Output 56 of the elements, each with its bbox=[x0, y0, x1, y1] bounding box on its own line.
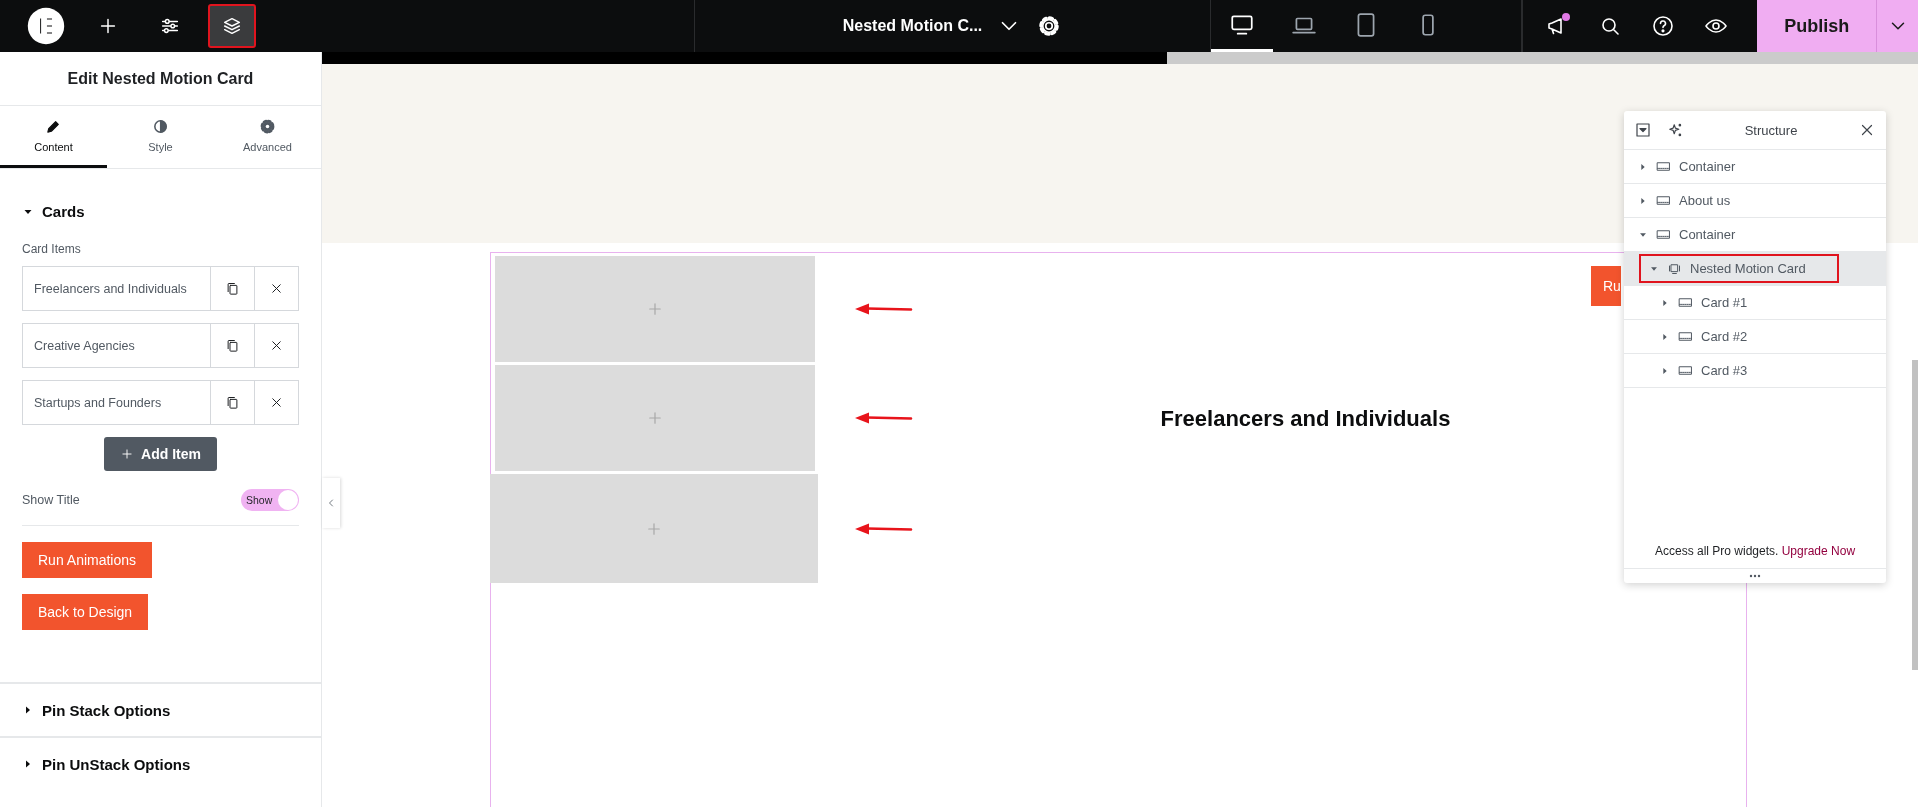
document-title[interactable]: Nested Motion C... bbox=[842, 17, 983, 35]
add-item-button[interactable]: Add Item bbox=[104, 437, 217, 471]
container-icon bbox=[1656, 193, 1671, 208]
help-icon bbox=[1650, 14, 1675, 38]
panel-tab[interactable]: Content bbox=[0, 106, 107, 168]
collapse-button[interactable] bbox=[1634, 121, 1652, 139]
copy-icon bbox=[225, 338, 240, 353]
plus-icon bbox=[646, 409, 664, 427]
ai-button[interactable] bbox=[1666, 121, 1684, 139]
dropdown-icon bbox=[1634, 121, 1652, 139]
scrollbar-thumb[interactable] bbox=[1912, 360, 1918, 670]
plus-icon bbox=[120, 447, 135, 461]
container-icon bbox=[1656, 227, 1671, 242]
section-header[interactable]: Pin UnStack Options bbox=[22, 755, 191, 773]
toolbar-button[interactable] bbox=[208, 4, 256, 48]
field-label: Card Items bbox=[22, 242, 82, 256]
panel-title: Structure bbox=[1743, 122, 1799, 138]
footer-text: Access all Pro widgets. Upgrade Now bbox=[1653, 544, 1857, 560]
close-icon bbox=[269, 395, 284, 410]
container-icon bbox=[1678, 363, 1693, 378]
field-label: Show Title bbox=[22, 493, 80, 507]
tree-item[interactable]: Container bbox=[1624, 150, 1886, 184]
toggle-switch[interactable]: Show bbox=[241, 489, 299, 511]
item-title[interactable]: Creative Agencies bbox=[23, 324, 210, 367]
panel-tab[interactable]: Advanced bbox=[214, 106, 321, 168]
panel-title: Edit Nested Motion Card bbox=[0, 52, 321, 106]
container-icon bbox=[1656, 159, 1671, 174]
copy-icon bbox=[225, 395, 240, 410]
logo-icon bbox=[27, 7, 65, 45]
upgrade-link[interactable]: Upgrade Now bbox=[1781, 544, 1856, 558]
close-icon bbox=[269, 281, 284, 296]
section-header[interactable]: Pin Stack Options bbox=[22, 701, 171, 719]
tree-item[interactable]: About us bbox=[1624, 184, 1886, 218]
item-title[interactable]: Freelancers and Individuals bbox=[23, 267, 210, 310]
container-icon bbox=[1678, 329, 1693, 344]
section-header[interactable]: Cards bbox=[22, 203, 85, 220]
publish-button[interactable]: Publish bbox=[1757, 0, 1877, 52]
card-title: Freelancers and Individuals bbox=[1160, 406, 1451, 432]
tree-item[interactable]: Card #3 bbox=[1624, 354, 1886, 388]
tree-item[interactable]: Card #2 bbox=[1624, 320, 1886, 354]
layers-icon bbox=[221, 15, 243, 37]
sparkle-icon bbox=[1666, 121, 1684, 139]
tree-item[interactable]: Nested Motion Card bbox=[1624, 252, 1886, 286]
container-icon bbox=[1678, 295, 1693, 310]
tree-item[interactable]: Card #1 bbox=[1624, 286, 1886, 320]
plus-icon bbox=[646, 300, 664, 318]
widget-icon bbox=[1667, 261, 1682, 276]
item-title[interactable]: Startups and Founders bbox=[23, 381, 210, 424]
panel-tab[interactable]: Style bbox=[107, 106, 214, 168]
gear-icon bbox=[259, 118, 276, 135]
close-icon bbox=[269, 338, 284, 353]
pencil-icon bbox=[45, 118, 62, 135]
contrast-icon bbox=[152, 118, 169, 135]
copy-icon bbox=[225, 281, 240, 296]
resize-grip-icon bbox=[1748, 573, 1762, 579]
collapse-handle[interactable] bbox=[322, 478, 340, 528]
